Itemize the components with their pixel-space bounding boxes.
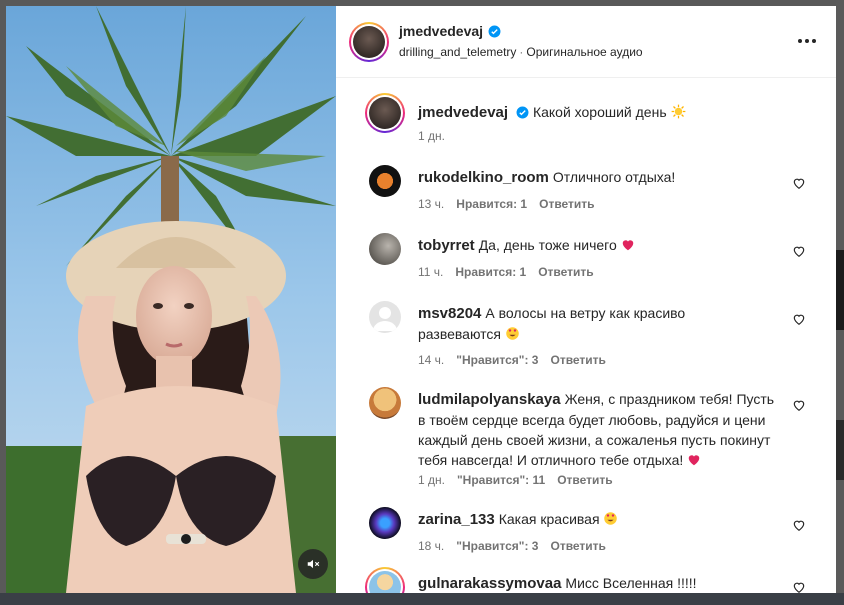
- comment-meta: 18 ч. "Нравится": 3 Ответить: [418, 539, 606, 553]
- comment-timestamp[interactable]: 11 ч.: [418, 265, 443, 279]
- comment-text: gulnarakassymovaa Мисс Вселенная !!!!!: [418, 573, 778, 593]
- comments-list[interactable]: jmedvedevaj Какой хороший день 1 дн. ruk…: [336, 79, 836, 593]
- heart-eyes-emoji: [604, 512, 618, 525]
- comment-username[interactable]: gulnarakassymovaa: [418, 575, 561, 592]
- comment-likes[interactable]: Нравится: 1: [455, 265, 526, 279]
- comment-text: ludmilapolyanskaya Женя, с праздником теб…: [418, 389, 778, 470]
- reply-button[interactable]: Ответить: [557, 473, 612, 487]
- comment-username[interactable]: ludmilapolyanskaya: [418, 391, 561, 408]
- verified-icon: [488, 25, 501, 37]
- comment-meta: 1 дн. "Нравится": 11 Ответить: [418, 473, 613, 487]
- comment-item: msv8204 А волосы на ветру как красиво раз…: [336, 301, 836, 371]
- reply-button[interactable]: Ответить: [539, 197, 594, 211]
- background-tile: [836, 250, 844, 330]
- comment-text: tobyrret Да, день тоже ничего: [418, 235, 778, 256]
- audio-line: drilling_and_telemetry · Оригинальное ауди…: [399, 45, 643, 59]
- post-caption: jmedvedevaj Какой хороший день 1 дн.: [336, 93, 836, 153]
- comment-avatar[interactable]: [369, 165, 401, 197]
- default-avatar-icon: [373, 307, 397, 331]
- mute-icon: [307, 559, 320, 569]
- author-avatar-image: [353, 26, 385, 58]
- author-username-text[interactable]: jmedvedevaj: [399, 23, 483, 39]
- comment-body: Да, день тоже ничего: [478, 237, 617, 253]
- comment-item: zarina_133 Какая красивая 18 ч. "Нравится…: [336, 507, 836, 557]
- heart-outline-icon[interactable]: [792, 518, 806, 532]
- caption-text: jmedvedevaj Какой хороший день: [418, 102, 778, 123]
- comment-timestamp[interactable]: 13 ч.: [418, 197, 444, 211]
- author-username[interactable]: jmedvedevaj: [399, 23, 501, 39]
- comment-timestamp[interactable]: 1 дн.: [418, 473, 445, 487]
- heart-outline-icon[interactable]: [792, 176, 806, 190]
- comment-username[interactable]: msv8204: [418, 305, 481, 322]
- sun-emoji: [671, 104, 685, 119]
- mute-button[interactable]: [298, 549, 328, 579]
- more-icon: [798, 39, 802, 43]
- verified-icon: [516, 106, 529, 119]
- caption-username[interactable]: jmedvedevaj: [418, 104, 508, 121]
- video-frame: [6, 6, 336, 593]
- comment-meta: 14 ч. "Нравится": 3 Ответить: [418, 353, 606, 367]
- reply-button[interactable]: Ответить: [550, 539, 605, 553]
- caption-timestamp[interactable]: 1 дн.: [418, 129, 445, 143]
- audio-label-link[interactable]: Оригинальное аудио: [526, 45, 642, 59]
- comment-item: rukodelkino_room Отличного отдыха! 13 ч. …: [336, 165, 836, 215]
- heart-emoji: [688, 455, 700, 466]
- comment-item: ludmilapolyanskaya Женя, с праздником теб…: [336, 387, 836, 497]
- comment-username[interactable]: zarina_133: [418, 511, 495, 528]
- comment-meta: 13 ч. Нравится: 1 Ответить: [418, 197, 595, 211]
- heart-outline-icon[interactable]: [792, 580, 806, 593]
- comment-text: zarina_133 Какая красивая: [418, 509, 778, 530]
- post-header: jmedvedevaj drilling_and_telemetry · Ориги…: [336, 6, 836, 78]
- background-feed-strip: [0, 593, 844, 605]
- reply-button[interactable]: Ответить: [538, 265, 593, 279]
- comment-timestamp[interactable]: 18 ч.: [418, 539, 444, 553]
- caption-meta: 1 дн.: [418, 129, 445, 143]
- comment-body: Мисс Вселенная !!!!!: [565, 575, 697, 591]
- comment-meta: 11 ч. Нравится: 1 Ответить: [418, 265, 594, 279]
- heart-eyes-emoji: [506, 327, 519, 340]
- caption-avatar[interactable]: [365, 93, 405, 133]
- post-video[interactable]: [6, 6, 336, 593]
- heart-emoji: [622, 240, 633, 251]
- background-tile: [836, 420, 844, 480]
- comment-avatar-image: [369, 571, 401, 593]
- comment-likes[interactable]: "Нравится": 3: [456, 539, 538, 553]
- audio-author-link[interactable]: drilling_and_telemetry: [399, 45, 516, 59]
- comment-avatar[interactable]: [369, 387, 401, 419]
- comment-username[interactable]: tobyrret: [418, 237, 475, 254]
- comment-avatar[interactable]: [369, 301, 401, 333]
- author-avatar[interactable]: [349, 22, 389, 62]
- reply-button[interactable]: Ответить: [550, 353, 605, 367]
- more-icon-dot: [812, 39, 816, 43]
- comment-likes[interactable]: "Нравится": 11: [457, 473, 545, 487]
- comment-likes[interactable]: Нравится: 1: [456, 197, 527, 211]
- more-icon-dot: [805, 39, 809, 43]
- comment-username[interactable]: rukodelkino_room: [418, 169, 549, 186]
- comment-item: tobyrret Да, день тоже ничего 11 ч. Нрави…: [336, 233, 836, 283]
- caption-avatar-image: [369, 97, 401, 129]
- heart-outline-icon[interactable]: [792, 312, 806, 326]
- heart-outline-icon[interactable]: [792, 244, 806, 258]
- caption-body: Какой хороший день: [532, 104, 667, 120]
- heart-outline-icon[interactable]: [792, 398, 806, 412]
- comment-text: rukodelkino_room Отличного отдыха!: [418, 167, 778, 188]
- more-options-button[interactable]: [798, 34, 818, 48]
- comment-item: gulnarakassymovaa Мисс Вселенная !!!!!: [336, 567, 836, 593]
- comment-text: msv8204 А волосы на ветру как красиво раз…: [418, 303, 718, 344]
- comment-timestamp[interactable]: 14 ч.: [418, 353, 444, 367]
- comment-avatar[interactable]: [365, 567, 405, 593]
- post-details-panel: jmedvedevaj drilling_and_telemetry · Ориги…: [336, 6, 836, 593]
- comment-body: Отличного отдыха!: [552, 169, 676, 185]
- comment-avatar[interactable]: [369, 233, 401, 265]
- comment-likes[interactable]: "Нравится": 3: [456, 353, 538, 367]
- comment-body: Какая красивая: [498, 511, 600, 527]
- comment-avatar[interactable]: [369, 507, 401, 539]
